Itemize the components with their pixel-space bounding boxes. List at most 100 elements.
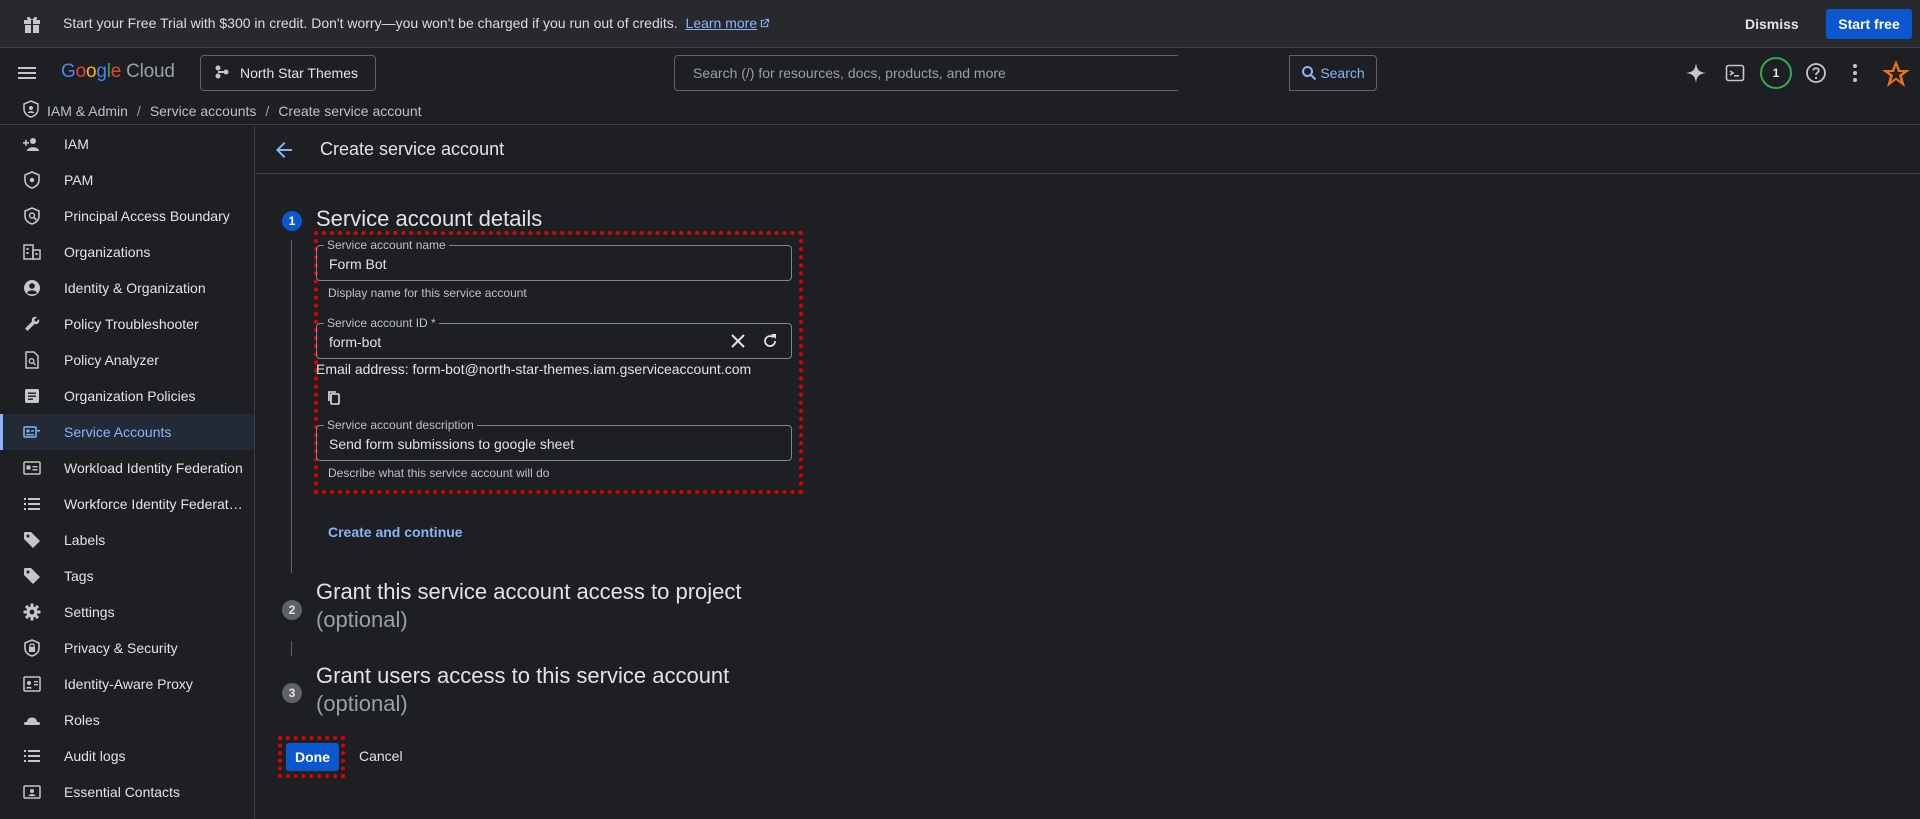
tag-filled-icon — [22, 566, 42, 586]
step-3-title[interactable]: Grant users access to this service accou… — [316, 662, 729, 718]
sidebar-item-label: PAM — [64, 172, 94, 188]
sidebar-item-tags[interactable]: Tags — [0, 558, 254, 594]
sidebar-item-label: Principal Access Boundary — [64, 208, 230, 224]
step-1-title[interactable]: Service account details — [316, 205, 542, 233]
sidebar-item-roles[interactable]: Roles — [0, 702, 254, 738]
service-account-description-field[interactable]: Service account description Send form su… — [316, 418, 792, 461]
shield-icon — [22, 170, 42, 190]
sidebar-item-pam[interactable]: PAM — [0, 162, 254, 198]
avatar[interactable] — [1880, 58, 1912, 90]
field-value: Send form submissions to google sheet — [329, 436, 575, 452]
sidebar-item-label: Labels — [64, 532, 106, 548]
sidebar-item-privacy-security[interactable]: Privacy & Security — [0, 630, 254, 666]
project-picker-button[interactable]: North Star Themes — [200, 55, 376, 91]
cloud-shell-icon[interactable] — [1723, 61, 1747, 85]
breadcrumb-service-accounts[interactable]: Service accounts — [150, 103, 257, 119]
sidebar-item-workforce-identity-federation[interactable]: Workforce Identity Federation — [0, 486, 254, 522]
proxy-icon — [22, 674, 42, 694]
search-icon — [1302, 66, 1317, 81]
create-and-continue-button[interactable]: Create and continue — [328, 524, 463, 540]
contacts-icon — [22, 782, 42, 802]
breadcrumb-current: Create service account — [278, 102, 422, 119]
cancel-button[interactable]: Cancel — [359, 748, 403, 764]
field-value: Form Bot — [329, 256, 387, 272]
breadcrumb-separator: / — [136, 102, 141, 119]
building-icon — [22, 242, 42, 262]
logo-google: Google — [61, 61, 122, 82]
sidebar-item-organization-policies[interactable]: Organization Policies — [0, 378, 254, 414]
breadcrumb-iam-admin[interactable]: IAM & Admin — [47, 103, 128, 119]
field-label: Service account description — [324, 418, 477, 432]
hat-icon — [22, 710, 42, 730]
field-label: Service account name — [324, 238, 449, 252]
help-icon[interactable] — [1804, 61, 1828, 85]
sidebar-item-policy-analyzer[interactable]: Policy Analyzer — [0, 342, 254, 378]
gemini-sparkle-icon[interactable] — [1684, 61, 1708, 85]
sidebar-item-label: Settings — [64, 604, 115, 620]
learn-more-link[interactable]: Learn more — [686, 15, 771, 31]
google-cloud-logo[interactable]: Google Cloud — [61, 61, 175, 83]
field-value: form-bot — [329, 334, 382, 350]
service-account-icon — [22, 422, 42, 442]
step-2-title[interactable]: Grant this service account access to pro… — [316, 578, 742, 634]
sidebar-item-labels[interactable]: Labels — [0, 522, 254, 558]
project-hub-icon — [214, 64, 230, 83]
sidebar-item-identity-organization[interactable]: Identity & Organization — [0, 270, 254, 306]
service-account-name-field[interactable]: Service account name Form Bot — [316, 238, 792, 281]
search-input[interactable]: Search (/) for resources, docs, products… — [674, 55, 1178, 91]
copy-icon[interactable] — [327, 390, 343, 406]
done-button[interactable]: Done — [286, 743, 339, 771]
account-circle-icon — [22, 278, 42, 298]
description-hint: Describe what this service account will … — [328, 466, 550, 480]
person-add-icon — [22, 134, 42, 154]
sidebar-item-policy-troubleshooter[interactable]: Policy Troubleshooter — [0, 306, 254, 342]
back-arrow-icon[interactable] — [272, 138, 296, 162]
sidebar-item-label: Privacy & Security — [64, 640, 178, 656]
sidebar-item-service-accounts[interactable]: Service Accounts — [0, 414, 254, 450]
menu-icon[interactable] — [16, 62, 38, 84]
top-bar: Google Cloud North Star Themes Search (/)… — [0, 49, 1920, 97]
sidebar-item-label: IAM — [64, 136, 89, 152]
iam-shield-icon — [23, 100, 39, 121]
sidebar-item-label: Essential Contacts — [64, 784, 180, 800]
start-free-button[interactable]: Start free — [1826, 9, 1912, 39]
field-label: Service account ID * — [324, 316, 439, 330]
sidebar-item-principal-access-boundary[interactable]: Principal Access Boundary — [0, 198, 254, 234]
search-button[interactable]: Search — [1289, 55, 1377, 91]
sidebar-item-audit-logs[interactable]: Audit logs — [0, 738, 254, 774]
shield-lock-icon — [22, 638, 42, 658]
learn-more-label: Learn more — [685, 15, 758, 31]
sidebar-item-workload-identity-federation[interactable]: Workload Identity Federation — [0, 450, 254, 486]
step-2-number: 2 — [282, 600, 302, 620]
tag-icon — [22, 530, 42, 550]
more-vert-icon[interactable] — [1843, 61, 1867, 85]
sidebar-item-label: Identity & Organization — [64, 280, 206, 296]
trial-banner: Start your Free Trial with $300 in credi… — [0, 0, 1920, 48]
sidebar-item-settings[interactable]: Settings — [0, 594, 254, 630]
banner-text: Start your Free Trial with $300 in credi… — [63, 15, 678, 31]
app-root: Start your Free Trial with $300 in credi… — [0, 0, 1920, 819]
sidebar-item-essential-contacts[interactable]: Essential Contacts — [0, 774, 254, 810]
step-3-number: 3 — [282, 683, 302, 703]
search-button-label: Search — [1320, 65, 1365, 81]
service-account-id-field[interactable]: Service account ID * form-bot — [316, 316, 792, 359]
sidebar-item-label: Organizations — [64, 244, 151, 260]
notifications-badge[interactable]: 1 — [1760, 57, 1792, 89]
step-1-title-text: Service account details — [316, 206, 543, 231]
sidebar-item-label: Tags — [64, 568, 94, 584]
step-connector — [291, 641, 292, 656]
sidebar-item-organizations[interactable]: Organizations — [0, 234, 254, 270]
id-card-icon — [22, 458, 42, 478]
step-3-optional: (optional) — [316, 691, 408, 716]
sidebar-item-label: Policy Analyzer — [64, 352, 159, 368]
sidebar-item-identity-aware-proxy[interactable]: Identity-Aware Proxy — [0, 666, 254, 702]
sidebar-item-iam[interactable]: IAM — [0, 126, 254, 162]
document-search-icon — [22, 350, 42, 370]
dismiss-button[interactable]: Dismiss — [1745, 0, 1799, 48]
list-icon — [22, 746, 42, 766]
step-1-number: 1 — [282, 211, 302, 231]
refresh-icon[interactable] — [759, 330, 781, 352]
step-2-optional: (optional) — [316, 607, 408, 632]
page-title: Create service account — [320, 139, 505, 159]
clear-icon[interactable] — [727, 330, 749, 352]
